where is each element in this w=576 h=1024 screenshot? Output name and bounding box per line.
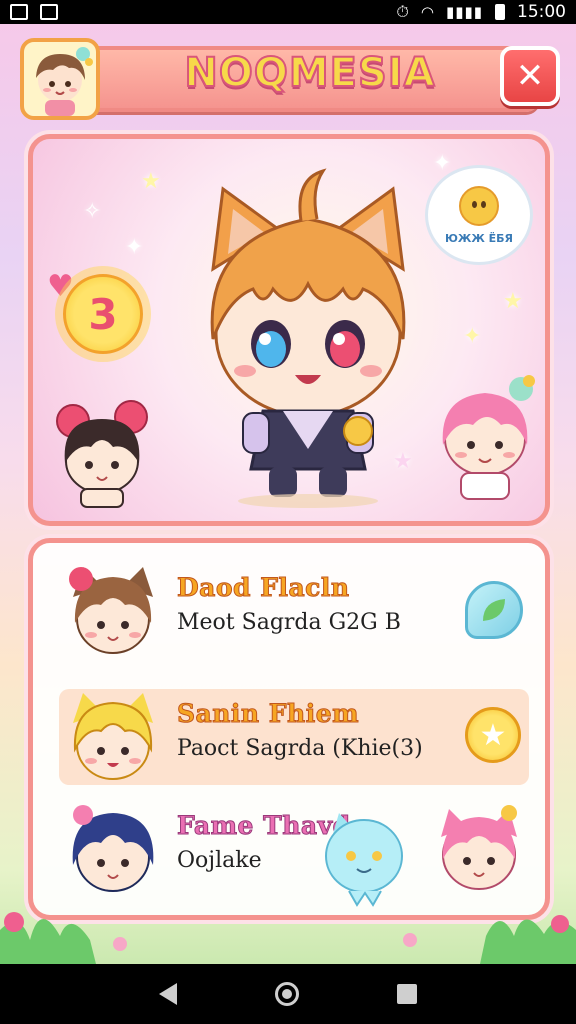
wifi-icon: ◠ — [420, 3, 434, 21]
star-icon: ★ — [465, 707, 521, 763]
character-list-panel: Daod Flacln Meot Sagrda G2G B Sanin Fhie… — [28, 538, 550, 920]
list-item[interactable]: Fame Thavd Oojlake — [59, 801, 529, 907]
signal-icon: ▮▮▮▮ — [445, 3, 483, 21]
player-avatar-button[interactable] — [20, 38, 100, 120]
character-avatar — [72, 805, 154, 892]
home-icon[interactable] — [275, 982, 299, 1006]
bubble-text: ЮЖЖ ЁБЯ — [444, 231, 514, 245]
grass-decoration — [0, 912, 576, 964]
image-icon — [10, 4, 28, 20]
character-name: Daod Flacln — [177, 573, 350, 603]
sparkle-icon: ✧ — [83, 199, 102, 224]
hero-panel: ★ ✦ ✧ ✦ ★ ✦ ★ ♥ 3 ЮЖЖ ЁБЯ — [28, 134, 550, 526]
navigation-bar — [0, 964, 576, 1024]
avatar-icon — [36, 47, 93, 116]
recents-icon[interactable] — [397, 984, 417, 1004]
favorite-button[interactable]: ★ — [465, 707, 525, 767]
alarm-icon: ⏱ — [396, 2, 409, 21]
character-detail: Paoct Sagrda (Khie(3) — [177, 736, 423, 761]
character-avatar — [73, 693, 153, 780]
header: NOQMESIA ✕ — [20, 38, 560, 120]
level-badge: 3 — [63, 274, 143, 354]
emoji-face-icon — [459, 185, 499, 226]
side-character-right[interactable] — [425, 367, 545, 507]
status-bar: ⏱ ◠ ▮▮▮▮ 15:00 — [0, 0, 576, 24]
lock-icon — [40, 4, 58, 20]
speech-bubble: ЮЖЖ ЁБЯ — [425, 165, 533, 265]
list-item-selected[interactable]: Sanin Fhiem Paoct Sagrda (Khie(3) ★ — [59, 689, 529, 785]
list-item[interactable]: Daod Flacln Meot Sagrda G2G B — [59, 563, 529, 659]
hero-character[interactable] — [183, 149, 433, 509]
battery-icon — [495, 4, 505, 20]
sparkle-icon: ✦ — [125, 235, 144, 260]
back-icon[interactable] — [159, 983, 177, 1005]
pink-cat-character — [441, 805, 517, 890]
side-character-left[interactable] — [47, 389, 157, 509]
character-detail: Meot Sagrda G2G B — [177, 610, 401, 635]
sparkle-icon: ★ — [503, 289, 523, 314]
close-button[interactable]: ✕ — [500, 46, 560, 106]
game-title: NOQMESIA — [183, 49, 436, 97]
character-name: Sanin Fhiem — [177, 699, 360, 729]
blue-ghost-character — [325, 813, 403, 907]
leaf-icon — [465, 581, 523, 639]
leaf-button[interactable] — [465, 581, 525, 641]
status-time: 15:00 — [517, 2, 566, 22]
character-avatar — [69, 567, 153, 654]
sparkle-icon: ✦ — [463, 324, 482, 349]
sparkle-icon: ★ — [141, 169, 161, 194]
